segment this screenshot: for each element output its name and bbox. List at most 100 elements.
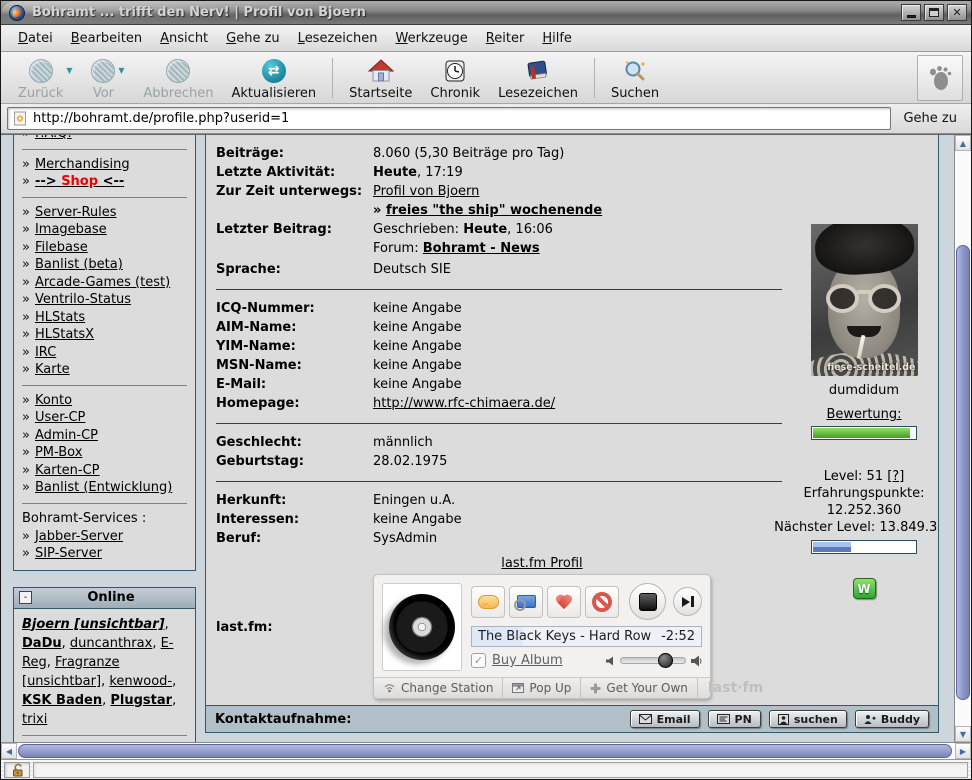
forward-button[interactable]: Vor <box>82 54 124 102</box>
sidebar-item-jabber-server[interactable]: Jabber-Server <box>35 528 123 546</box>
buy-album-checkbox[interactable] <box>471 653 486 668</box>
reload-button[interactable]: Aktualisieren <box>222 54 325 102</box>
back-button[interactable]: Zurück <box>9 54 72 102</box>
rating-link[interactable]: Bewertung: <box>826 407 901 422</box>
menu-gehe-zu[interactable]: Gehe zu <box>217 27 289 50</box>
collapse-button[interactable]: - <box>19 591 32 604</box>
url-field[interactable] <box>7 107 891 130</box>
stop-playback-button[interactable] <box>629 583 666 620</box>
home-button[interactable]: Startseite <box>340 54 421 102</box>
sidebar-item-faq[interactable]: F.A.Q. <box>35 135 72 143</box>
sidebar-item-banlist-entwicklung[interactable]: Banlist (Entwicklung) <box>35 479 172 497</box>
menu-werkzeuge[interactable]: Werkzeuge <box>387 27 477 50</box>
vertical-scroll-thumb[interactable] <box>956 245 970 700</box>
field-label: Interessen: <box>216 510 373 529</box>
level-help-link[interactable]: [?] <box>887 469 904 484</box>
online-user[interactable]: DaDu <box>22 636 62 651</box>
sidebar-item-admin-cp[interactable]: Admin-CP <box>35 427 98 445</box>
sidebar-item-irc[interactable]: IRC <box>35 344 56 362</box>
scroll-up-button[interactable] <box>955 135 971 151</box>
lastfm-profile-link[interactable]: last.fm Profil <box>501 556 582 571</box>
sidebar-item-karten-cp[interactable]: Karten-CP <box>35 462 100 480</box>
horizontal-scroll-thumb[interactable] <box>18 744 952 758</box>
history-button[interactable]: Chronik <box>421 54 489 102</box>
track-time: -2:52 <box>661 629 695 644</box>
online-user[interactable]: kenwood- <box>109 674 172 689</box>
skip-button[interactable] <box>673 587 702 616</box>
sidebar-item-imagebase[interactable]: Imagebase <box>35 221 107 239</box>
menu-ansicht[interactable]: Ansicht <box>151 27 217 50</box>
change-station-button[interactable]: Change Station <box>374 678 503 698</box>
sidebar-item-karte[interactable]: Karte <box>35 361 70 379</box>
menu-datei[interactable]: Datei <box>9 27 62 50</box>
forward-dropdown-icon[interactable] <box>118 66 132 75</box>
search-posts-label: suchen <box>794 713 838 726</box>
vertical-scrollbar[interactable] <box>954 135 971 742</box>
buy-album-link[interactable]: Buy Album <box>492 653 563 668</box>
sidebar-item-banlist-beta[interactable]: Banlist (beta) <box>35 256 123 274</box>
ban-button[interactable] <box>585 586 619 618</box>
minimize-button[interactable] <box>901 4 921 21</box>
back-label: Zurück <box>18 87 63 100</box>
homepage-link[interactable]: http://www.rfc-chimaera.de/ <box>373 396 555 411</box>
online-user[interactable]: Plugstar <box>110 693 172 708</box>
comment-button[interactable] <box>471 586 505 618</box>
field-value: SysAdmin <box>373 529 782 548</box>
volume-slider[interactable] <box>620 657 686 664</box>
sidebar-item-ventrilo-status[interactable]: Ventrilo-Status <box>35 291 131 309</box>
sidebar-item-hlstatsx[interactable]: HLStatsX <box>35 326 94 344</box>
menu-bearbeiten[interactable]: Bearbeiten <box>62 27 151 50</box>
menu-reiter[interactable]: Reiter <box>477 27 534 50</box>
scroll-right-button[interactable] <box>955 743 971 759</box>
back-dropdown-icon[interactable] <box>66 66 80 75</box>
field-value: keine Angabe <box>373 356 782 375</box>
url-input[interactable] <box>33 111 885 126</box>
menu-lesezeichen[interactable]: Lesezeichen <box>289 27 387 50</box>
search-posts-button[interactable]: suchen <box>769 710 847 728</box>
forum-link[interactable]: Bohramt - News <box>423 241 540 256</box>
current-page-link[interactable]: Profil von Bjoern <box>373 184 479 199</box>
horizontal-scroll-track[interactable] <box>17 743 955 759</box>
email-button[interactable]: Email <box>630 710 700 728</box>
menu-hilfe[interactable]: Hilfe <box>533 27 581 50</box>
love-button[interactable] <box>547 586 581 618</box>
last-post-link[interactable]: freies "the ship" wochenende <box>386 203 602 218</box>
bullet: » <box>22 173 30 191</box>
throbber <box>917 55 963 101</box>
sidebar-item-shop[interactable]: --> Shop <-- <box>35 173 124 191</box>
get-your-own-button[interactable]: Get Your Own <box>581 678 698 698</box>
search-label: Suchen <box>611 87 659 100</box>
online-user[interactable]: Bjoern [unsichtbar] <box>22 617 165 632</box>
scroll-down-button[interactable] <box>955 726 971 742</box>
divider <box>22 735 187 736</box>
stop-button[interactable]: Abbrechen <box>134 54 222 102</box>
online-user[interactable]: KSK Baden <box>22 693 102 708</box>
volume-knob[interactable] <box>658 653 673 668</box>
close-button[interactable]: ✕ <box>947 4 967 21</box>
sidebar-item-merchandising[interactable]: Merchandising <box>35 156 130 174</box>
sidebar-item-konto[interactable]: Konto <box>35 392 72 410</box>
bookmarks-button[interactable]: Lesezeichen <box>489 54 587 102</box>
search-button[interactable]: Suchen <box>602 54 668 102</box>
status-message-field <box>33 762 968 778</box>
sidebar-item-user-cp[interactable]: User-CP <box>35 409 85 427</box>
buddy-button[interactable]: Buddy <box>855 710 929 728</box>
sidebar-item-filebase[interactable]: Filebase <box>35 239 88 257</box>
vertical-scroll-track[interactable] <box>955 151 971 726</box>
scroll-left-button[interactable] <box>1 743 17 759</box>
wiki-badge[interactable]: W <box>853 578 876 599</box>
sidebar-item-arcade-games[interactable]: Arcade-Games (test) <box>35 274 170 292</box>
tag-button[interactable] <box>509 586 543 618</box>
pn-button[interactable]: PN <box>708 710 761 728</box>
sidebar-item-server-rules[interactable]: Server-Rules <box>35 204 117 222</box>
album-art <box>382 583 462 671</box>
horizontal-scrollbar[interactable] <box>1 742 971 759</box>
maximize-button[interactable] <box>924 4 944 21</box>
sidebar-item-pm-box[interactable]: PM-Box <box>35 444 82 462</box>
sidebar-item-sip-server[interactable]: SIP-Server <box>35 545 102 563</box>
go-button[interactable]: Gehe zu <box>899 109 965 128</box>
pop-up-button[interactable]: Pop Up <box>503 678 581 698</box>
online-user[interactable]: duncanthrax <box>70 636 152 651</box>
sidebar-item-hlstats[interactable]: HLStats <box>35 309 85 327</box>
online-user[interactable]: trixi <box>22 712 47 727</box>
